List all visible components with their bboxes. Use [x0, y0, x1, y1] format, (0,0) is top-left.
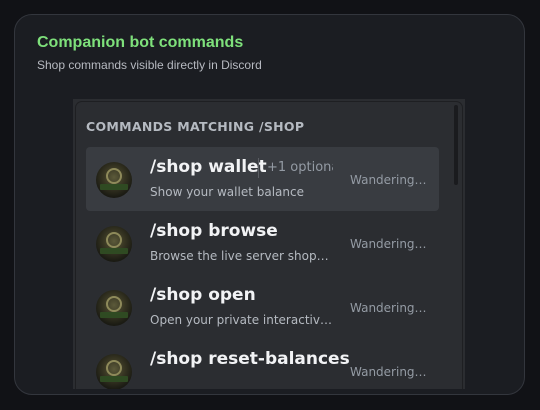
- command-name: /shop open: [150, 285, 256, 305]
- options-divider: [258, 158, 259, 178]
- companion-bot-card: Companion bot commands Shop commands vis…: [14, 14, 525, 395]
- command-name: /shop browse: [150, 221, 278, 241]
- command-autocomplete-popup: COMMANDS MATCHING /SHOP /shop wallet +1 …: [76, 102, 462, 389]
- command-app-name: Wandering ...: [350, 365, 428, 379]
- popup-scrollbar[interactable]: [454, 105, 458, 185]
- bot-avatar: [96, 354, 132, 389]
- command-app-name: Wandering ...: [350, 301, 428, 315]
- command-app-name: Wandering ...: [350, 237, 428, 251]
- command-description: Show your wallet balance: [150, 185, 304, 199]
- bot-emblem-icon: [106, 360, 122, 376]
- card-title: Companion bot commands: [37, 34, 244, 51]
- command-row-shop-reset-balances[interactable]: /shop reset-balances Wandering ...: [86, 339, 439, 389]
- bot-emblem-icon: [106, 296, 122, 312]
- command-options: +1 optional: [267, 160, 333, 175]
- bot-emblem-icon: [106, 232, 122, 248]
- card-subtitle: Shop commands visible directly in Discor…: [37, 58, 262, 72]
- command-name: /shop reset-balances: [150, 349, 350, 369]
- command-description: Open your private interactive ...: [150, 313, 332, 327]
- bot-avatar: [96, 162, 132, 198]
- bot-emblem-icon: [106, 168, 122, 184]
- command-row-shop-browse[interactable]: /shop browse Browse the live server shop…: [86, 211, 439, 275]
- command-description: Browse the live server shop c...: [150, 249, 332, 263]
- command-app-name: Wandering ...: [350, 173, 428, 187]
- bot-avatar: [96, 290, 132, 326]
- command-name: /shop wallet: [150, 157, 267, 177]
- bot-avatar: [96, 226, 132, 262]
- popup-header: COMMANDS MATCHING /SHOP: [86, 119, 305, 134]
- discord-screenshot: COMMANDS MATCHING /SHOP /shop wallet +1 …: [73, 99, 465, 389]
- command-row-shop-wallet[interactable]: /shop wallet +1 optional Show your walle…: [86, 147, 439, 211]
- command-row-shop-open[interactable]: /shop open Open your private interactive…: [86, 275, 439, 339]
- cropped-message-edge: [139, 99, 229, 101]
